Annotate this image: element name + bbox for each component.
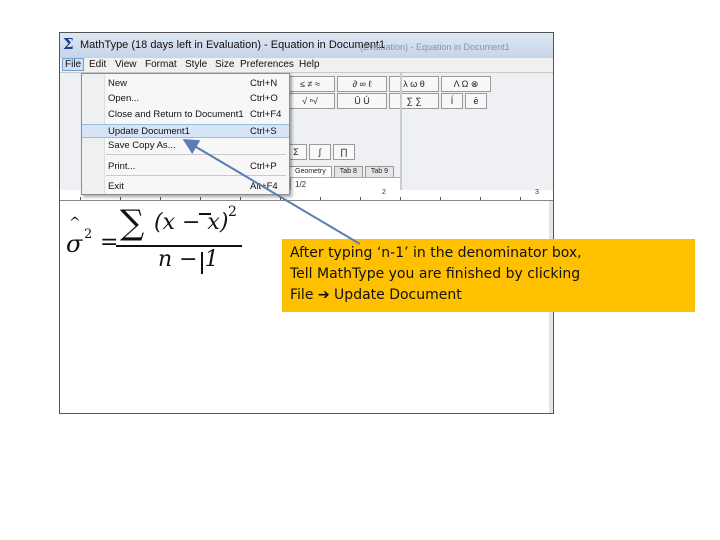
summation-templates-button[interactable]: ∑ ∑	[389, 93, 439, 109]
window-title-ghost: (Evaluation) - Equation in Document1	[360, 42, 510, 52]
callout-line-2: Tell MathType you are finished by clicki…	[290, 266, 581, 282]
equation-hat-accent: ^	[69, 215, 81, 231]
menu-file[interactable]: File	[62, 58, 85, 71]
menu-preferences[interactable]: Preferences	[238, 59, 296, 70]
equation-numerator: (x − x)	[154, 210, 229, 235]
menu-view[interactable]: View	[113, 59, 139, 70]
menu-bar: File Edit View Format Style Size Prefere…	[60, 58, 553, 73]
file-menu-dropdown: New Ctrl+N Open... Ctrl+O Close and Retu…	[81, 73, 290, 195]
equation-equals: =	[100, 230, 119, 255]
menu-size[interactable]: Size	[213, 59, 236, 70]
menu-item-open[interactable]: Open... Ctrl+O	[82, 92, 289, 106]
menu-item-print[interactable]: Print... Ctrl+P	[82, 160, 289, 174]
fraction-template-button[interactable]: 1/2	[295, 180, 306, 190]
mathtype-app-icon: Σ	[63, 35, 74, 53]
equation-summation: ∑	[120, 203, 145, 243]
greek-lower-palette-button[interactable]: λ ω θ	[389, 76, 439, 92]
callout-line-1: After typing ‘n-1’ in the denominator bo…	[290, 245, 582, 261]
equation-xbar-overline	[199, 213, 211, 215]
callout-line-3: File ➔ Update Document	[290, 287, 462, 303]
menu-separator	[106, 175, 286, 176]
product-shortcut-button[interactable]: ∏	[333, 144, 355, 160]
equation-lhs-exponent: 2	[84, 227, 93, 242]
toolbar-divider	[400, 73, 402, 203]
menu-item-update-document[interactable]: Update Document1 Ctrl+S	[82, 124, 289, 138]
title-bar: Σ MathType (18 days left in Evaluation) …	[60, 33, 553, 59]
ruler-number: 3	[535, 189, 539, 196]
variance-equation[interactable]: σ ^ 2 = ∑ (x − x) 2 n − 1	[66, 202, 246, 282]
template-palette-row: √ ⁿ√ Ū Ú ∑ ∑ ĺ ē	[285, 93, 487, 109]
menu-format[interactable]: Format	[143, 59, 179, 70]
menu-item-save-copy-as[interactable]: Save Copy As...	[82, 139, 289, 153]
equation-numerator-exponent: 2	[228, 204, 237, 220]
ruler-number: 2	[382, 189, 386, 196]
subscript-templates-button[interactable]: Ū Ú	[337, 93, 387, 109]
menu-item-close-and-return[interactable]: Close and Return to Document1 Ctrl+F4	[82, 108, 289, 122]
menu-item-exit[interactable]: Exit Alt+F4	[82, 180, 289, 194]
menu-separator	[106, 154, 286, 155]
instruction-callout: After typing ‘n-1’ in the denominator bo…	[282, 239, 695, 312]
radical-templates-button[interactable]: √ ⁿ√	[285, 93, 335, 109]
text-cursor	[201, 252, 203, 274]
window-title: MathType (18 days left in Evaluation) - …	[80, 39, 386, 51]
menu-style[interactable]: Style	[183, 59, 209, 70]
integral-shortcut-button[interactable]: ∫	[309, 144, 331, 160]
misc-symbols-palette-button[interactable]: ∂ ∞ ℓ	[337, 76, 387, 92]
equation-denominator: n − 1	[158, 247, 219, 272]
menu-item-new[interactable]: New Ctrl+N	[82, 77, 289, 91]
menu-help[interactable]: Help	[297, 59, 322, 70]
menu-edit[interactable]: Edit	[87, 59, 108, 70]
greek-upper-palette-button[interactable]: Λ Ω ⊗	[441, 76, 491, 92]
equation-sigma: σ	[66, 230, 83, 258]
integral-templates-button[interactable]: ĺ	[441, 93, 463, 109]
small-bar-row: Σ ∫ ∏	[285, 144, 355, 160]
relations-palette-button[interactable]: ≤ ≠ ≈	[285, 76, 335, 92]
symbol-palette-row-1: ≤ ≠ ≈ ∂ ∞ ℓ λ ω θ Λ Ω ⊗	[285, 76, 491, 92]
overbar-templates-button[interactable]: ē	[465, 93, 487, 109]
